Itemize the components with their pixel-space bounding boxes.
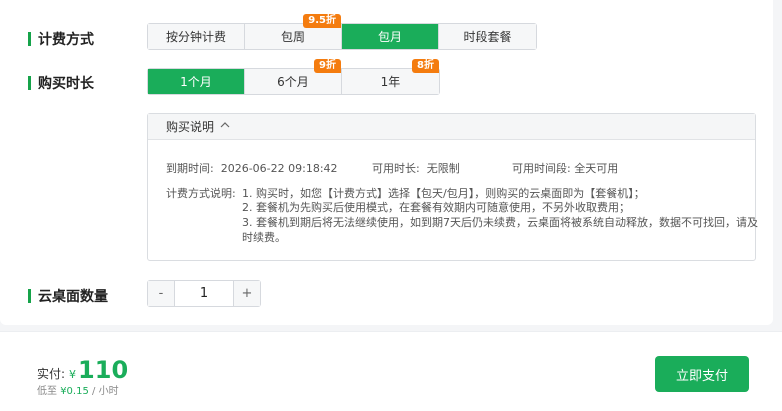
duration-option-1-year[interactable]: 1年 8折 [342, 59, 439, 94]
purchase-info-title: 购买说明 [166, 120, 215, 134]
usable-duration-value: 无限制 [426, 162, 460, 175]
order-panel: 计费方式 按分钟计费 包周 9.5折 包月 时段套餐 购买时长 1个月 6个月 … [0, 0, 773, 325]
duration-option-1-month[interactable]: 1个月 [148, 69, 245, 94]
usable-period-value: 全天可用 [574, 162, 619, 175]
label-accent-bar [28, 32, 31, 46]
discount-badge: 9折 [314, 59, 341, 73]
chevron-up-icon [220, 120, 230, 131]
billing-option-label: 按分钟计费 [165, 30, 226, 44]
quantity-input[interactable]: 1 [174, 281, 234, 306]
billing-label: 计费方式 [28, 29, 94, 49]
usable-period-key: 可用时间段: [512, 162, 571, 175]
currency-symbol: ¥ [69, 368, 77, 381]
duration-option-label: 1年 [380, 75, 401, 89]
billing-option-label: 包周 [280, 30, 305, 44]
label-accent-bar [28, 76, 31, 90]
duration-option-6-months[interactable]: 6个月 9折 [245, 59, 342, 94]
billing-option-time-package[interactable]: 时段套餐 [439, 24, 536, 49]
purchase-info-box: 购买说明 到期时间: 2026-06-22 09:18:42 可用时长: 无限制… [147, 113, 758, 261]
duration-label-text: 购买时长 [38, 76, 94, 92]
billing-method-selector: 按分钟计费 包周 9.5折 包月 时段套餐 [147, 14, 537, 50]
usable-period: 可用时间段: 全天可用 [512, 160, 618, 176]
decrement-button[interactable]: - [148, 281, 174, 306]
billing-note-line: 时续费。 [242, 231, 286, 244]
usable-duration: 可用时长: 无限制 [372, 160, 460, 176]
quantity-label-text: 云桌面数量 [38, 289, 108, 305]
expire-time-key: 到期时间: [166, 162, 214, 175]
discount-badge: 9.5折 [303, 14, 341, 28]
total-price: 实付: ¥ 110 [37, 356, 128, 384]
expire-time-value: 2026-06-22 09:18:42 [220, 162, 338, 175]
billing-note-line: 2. 套餐机为先购买后使用模式，在套餐有效期内可随意使用，不另外收取费用； [242, 201, 630, 214]
purchase-info-header[interactable]: 购买说明 [148, 114, 755, 140]
duration-option-label: 6个月 [277, 75, 309, 89]
hourly-price: 低至 ¥0.15 / 小时 [37, 382, 119, 397]
billing-option-label: 包月 [377, 30, 402, 44]
pay-now-button[interactable]: 立即支付 [655, 356, 749, 392]
billing-label-text: 计费方式 [38, 32, 94, 48]
quantity-stepper: - 1 + [147, 280, 261, 307]
expire-time: 到期时间: 2026-06-22 09:18:42 [166, 160, 338, 176]
increment-button[interactable]: + [234, 281, 260, 306]
billing-option-monthly[interactable]: 包月 [342, 24, 439, 49]
billing-option-label: 时段套餐 [463, 30, 512, 44]
hourly-prefix: 低至 [37, 386, 57, 397]
label-accent-bar [28, 289, 31, 303]
hourly-price-value: ¥0.15 [60, 386, 89, 397]
duration-label: 购买时长 [28, 73, 94, 93]
billing-option-weekly[interactable]: 包周 9.5折 [245, 14, 342, 49]
duration-selector: 1个月 6个月 9折 1年 8折 [147, 59, 440, 95]
pay-label: 实付: [37, 367, 66, 381]
total-amount: 110 [78, 356, 129, 384]
usable-duration-key: 可用时长: [372, 162, 420, 175]
quantity-label: 云桌面数量 [28, 286, 108, 306]
billing-option-per-minute[interactable]: 按分钟计费 [148, 24, 245, 49]
billing-method-note-key: 计费方式说明: [166, 187, 236, 200]
discount-badge: 8折 [412, 59, 439, 73]
duration-option-label: 1个月 [180, 75, 212, 89]
hourly-suffix: / 小时 [92, 386, 119, 397]
billing-note-line: 3. 套餐机到期后将无法继续使用，如到期7天后仍未续费，云桌面将被系统自动释放，… [242, 216, 758, 229]
